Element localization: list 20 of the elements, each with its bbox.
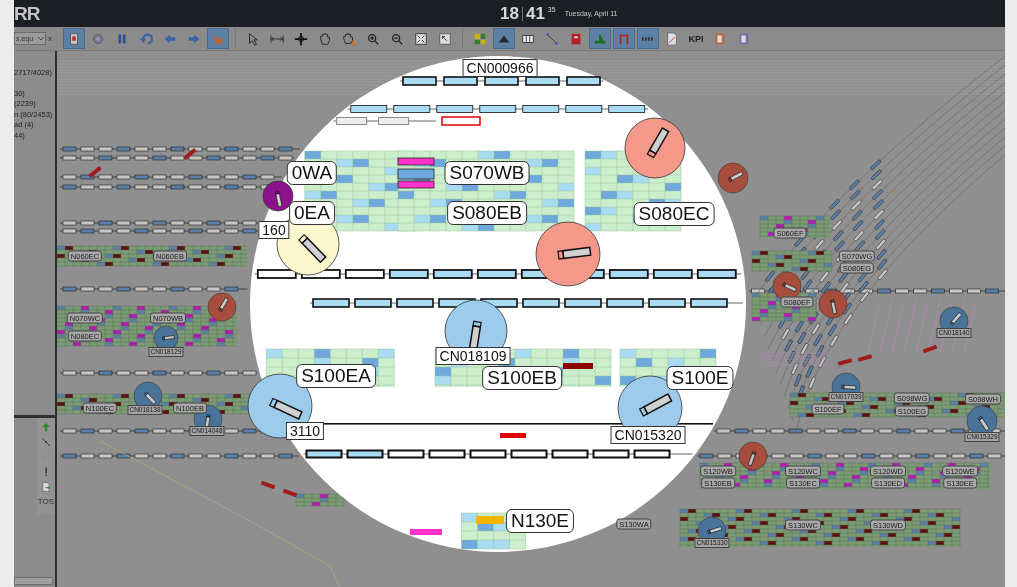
toolbar-button[interactable]: KPI — [685, 28, 707, 49]
track-label: S080EC — [633, 202, 715, 226]
track-label: S100EA — [296, 364, 376, 388]
track-label: S080EB — [447, 201, 527, 225]
clock-hours: 18 — [500, 3, 519, 24]
track-label: 0EA — [289, 201, 335, 225]
track-label: S070WB — [444, 161, 530, 185]
equipment-label: 160 — [258, 221, 290, 239]
track-label: S100EB — [482, 366, 562, 390]
equipment-label: CN015320 — [610, 426, 686, 444]
track-label: N130E — [505, 509, 575, 533]
equipment-label: CN000966 — [462, 59, 538, 77]
track-label: 0WA — [286, 161, 338, 185]
equipment-label: CN018109 — [435, 347, 511, 365]
clear-button[interactable]: x — [48, 34, 52, 43]
tos-button[interactable]: TOS — [37, 497, 55, 506]
clock-minutes: 41 — [525, 3, 545, 24]
equipment-label: 3110 — [285, 422, 325, 440]
track-label: S100E — [666, 366, 734, 390]
app-logo: RR — [14, 2, 41, 25]
